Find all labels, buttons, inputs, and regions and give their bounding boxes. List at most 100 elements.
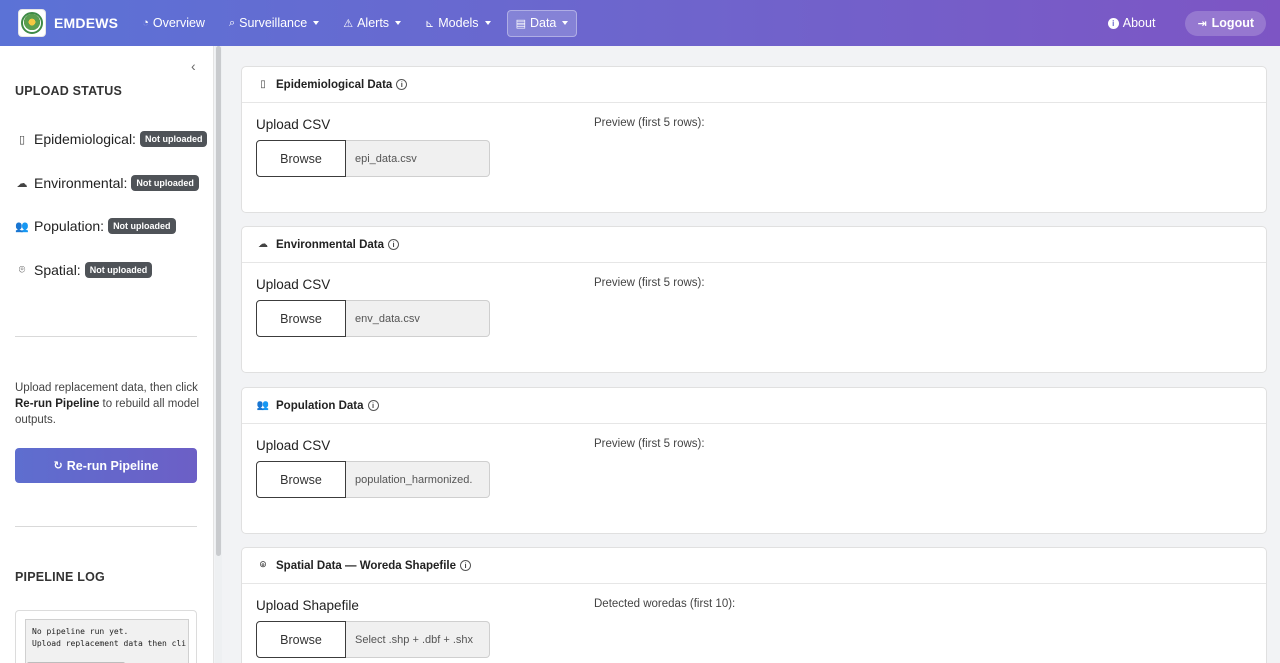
file-medical-icon: ▯ [18, 133, 26, 146]
population-file-input[interactable]: Browse population_harmonized. [256, 461, 490, 498]
log-line: No pipeline run yet. [32, 627, 129, 636]
preview-label: Detected woredas (first 10): [594, 598, 736, 610]
spatial-data-card: ⌾ Spatial Data — Woreda Shapefile i Uplo… [241, 547, 1267, 663]
chevron-down-icon [484, 21, 491, 25]
warning-icon: ⚠ [343, 17, 354, 30]
file-name-field[interactable]: population_harmonized. [346, 461, 490, 498]
card-title: Spatial Data — Woreda Shapefile [276, 559, 457, 572]
nav-overview[interactable]: ◔ Overview [134, 10, 213, 36]
about-link[interactable]: i About [1107, 16, 1156, 30]
pipeline-log-panel: No pipeline run yet. Upload replacement … [15, 610, 197, 663]
upload-label: Upload CSV [256, 277, 331, 292]
nav-models-label: Models [438, 16, 479, 30]
upload-label: Upload CSV [256, 117, 331, 132]
status-label: Epidemiological: [34, 131, 136, 147]
search-icon: ⌕ [228, 16, 236, 29]
file-name-field[interactable]: epi_data.csv [346, 140, 490, 177]
nav-data-label: Data [529, 16, 557, 30]
brand[interactable]: EMDEWS [18, 9, 118, 37]
sidebar-scrollbar-thumb[interactable] [216, 46, 221, 556]
info-icon[interactable]: i [388, 239, 399, 250]
browse-button[interactable]: Browse [256, 461, 346, 498]
preview-label: Preview (first 5 rows): [594, 277, 705, 289]
chevron-down-icon [313, 21, 320, 25]
nav-surveillance-label: Surveillance [239, 16, 308, 30]
logout-button[interactable]: ⇥ Logout [1185, 10, 1266, 36]
card-header: 👥 Population Data i [242, 388, 1266, 424]
info-icon[interactable]: i [367, 400, 379, 411]
status-badge: Not uploaded [131, 175, 199, 191]
card-header: ☁ Environmental Data i [242, 227, 1266, 263]
chart-line-icon: ⊾ [425, 17, 435, 30]
upload-status-heading: UPLOAD STATUS [15, 84, 122, 98]
card-header: ▯ Epidemiological Data i [242, 67, 1266, 103]
chevron-down-icon [562, 21, 569, 25]
nav-models[interactable]: ⊾ Models [417, 10, 499, 36]
pipeline-log-output[interactable]: No pipeline run yet. Upload replacement … [25, 619, 189, 663]
top-navbar: EMDEWS ◔ Overview ⌕ Surveillance ⚠ Alert… [0, 0, 1280, 46]
environmental-data-card: ☁ Environmental Data i Upload CSV Browse… [241, 226, 1267, 373]
map-pin-icon: ⌾ [260, 560, 266, 571]
cloud-icon: ☁ [258, 239, 268, 250]
logout-label: Logout [1211, 16, 1254, 30]
info-icon[interactable]: i [460, 560, 472, 571]
nav-data[interactable]: ▤ Data [506, 9, 578, 37]
epidemiological-data-card: ▯ Epidemiological Data i Upload CSV Brow… [241, 66, 1267, 213]
card-title: Environmental Data [276, 238, 384, 251]
people-icon: 👥 [256, 400, 270, 411]
brand-logo [18, 9, 46, 37]
people-icon: 👥 [15, 220, 29, 233]
dashboard-icon: ◔ [142, 17, 149, 29]
help-text-bold: Re-run Pipeline [15, 398, 100, 410]
status-label: Spatial: [34, 262, 81, 278]
info-icon: i [1107, 17, 1119, 29]
population-data-card: 👥 Population Data i Upload CSV Browse po… [241, 387, 1267, 534]
about-label: About [1122, 16, 1156, 30]
status-spatial: ⌾ Spatial: Not uploaded [15, 262, 153, 278]
nav-overview-label: Overview [152, 16, 205, 30]
nav-surveillance[interactable]: ⌕ Surveillance [221, 10, 327, 36]
shapefile-input[interactable]: Browse Select .shp + .dbf + .shx [256, 621, 490, 658]
file-medical-icon: ▯ [260, 79, 266, 90]
status-population: 👥 Population: Not uploaded [15, 218, 176, 234]
status-badge: Not uploaded [139, 131, 208, 147]
nav-alerts[interactable]: ⚠ Alerts [335, 10, 409, 36]
status-environmental: ☁ Environmental: Not uploaded [15, 175, 199, 191]
upload-label: Upload CSV [256, 438, 331, 453]
epi-file-input[interactable]: Browse epi_data.csv [256, 140, 490, 177]
pipeline-log-heading: PIPELINE LOG [15, 570, 105, 584]
sidebar-divider [15, 526, 197, 527]
browse-button[interactable]: Browse [256, 300, 346, 337]
file-name-field[interactable]: env_data.csv [346, 300, 490, 337]
nav-alerts-label: Alerts [357, 16, 390, 30]
env-file-input[interactable]: Browse env_data.csv [256, 300, 490, 337]
refresh-icon: ↻ [53, 460, 63, 472]
status-badge: Not uploaded [108, 218, 176, 234]
upload-label: Upload Shapefile [256, 598, 359, 613]
info-icon[interactable]: i [396, 79, 408, 90]
status-badge: Not uploaded [84, 262, 153, 278]
rerun-label: Re-run Pipeline [66, 458, 159, 473]
collapse-sidebar-icon[interactable]: ‹ [191, 58, 196, 74]
file-name-field[interactable]: Select .shp + .dbf + .shx [346, 621, 490, 658]
status-label: Population: [34, 218, 105, 234]
browse-button[interactable]: Browse [256, 140, 346, 177]
sidebar-divider [15, 336, 197, 337]
database-icon: ▤ [515, 17, 526, 30]
chevron-down-icon [395, 21, 402, 25]
sidebar-scrollbar[interactable] [215, 46, 222, 663]
browse-button[interactable]: Browse [256, 621, 346, 658]
pipeline-help-text: Upload replacement data, then click Re-r… [15, 380, 200, 428]
sign-out-icon: ⇥ [1197, 17, 1207, 30]
brand-name: EMDEWS [54, 15, 119, 31]
help-text-pre: Upload replacement data, then click [15, 382, 198, 394]
card-title: Population Data [276, 399, 364, 412]
preview-label: Preview (first 5 rows): [594, 438, 705, 450]
card-title: Epidemiological Data [276, 78, 393, 91]
cloud-icon: ☁ [16, 177, 28, 190]
log-line: Upload replacement data then cli [32, 639, 187, 648]
preview-label: Preview (first 5 rows): [594, 117, 705, 129]
status-epidemiological: ▯ Epidemiological: Not uploaded [15, 131, 208, 147]
status-label: Environmental: [34, 175, 128, 191]
rerun-pipeline-button[interactable]: ↻ Re-run Pipeline [15, 448, 197, 483]
